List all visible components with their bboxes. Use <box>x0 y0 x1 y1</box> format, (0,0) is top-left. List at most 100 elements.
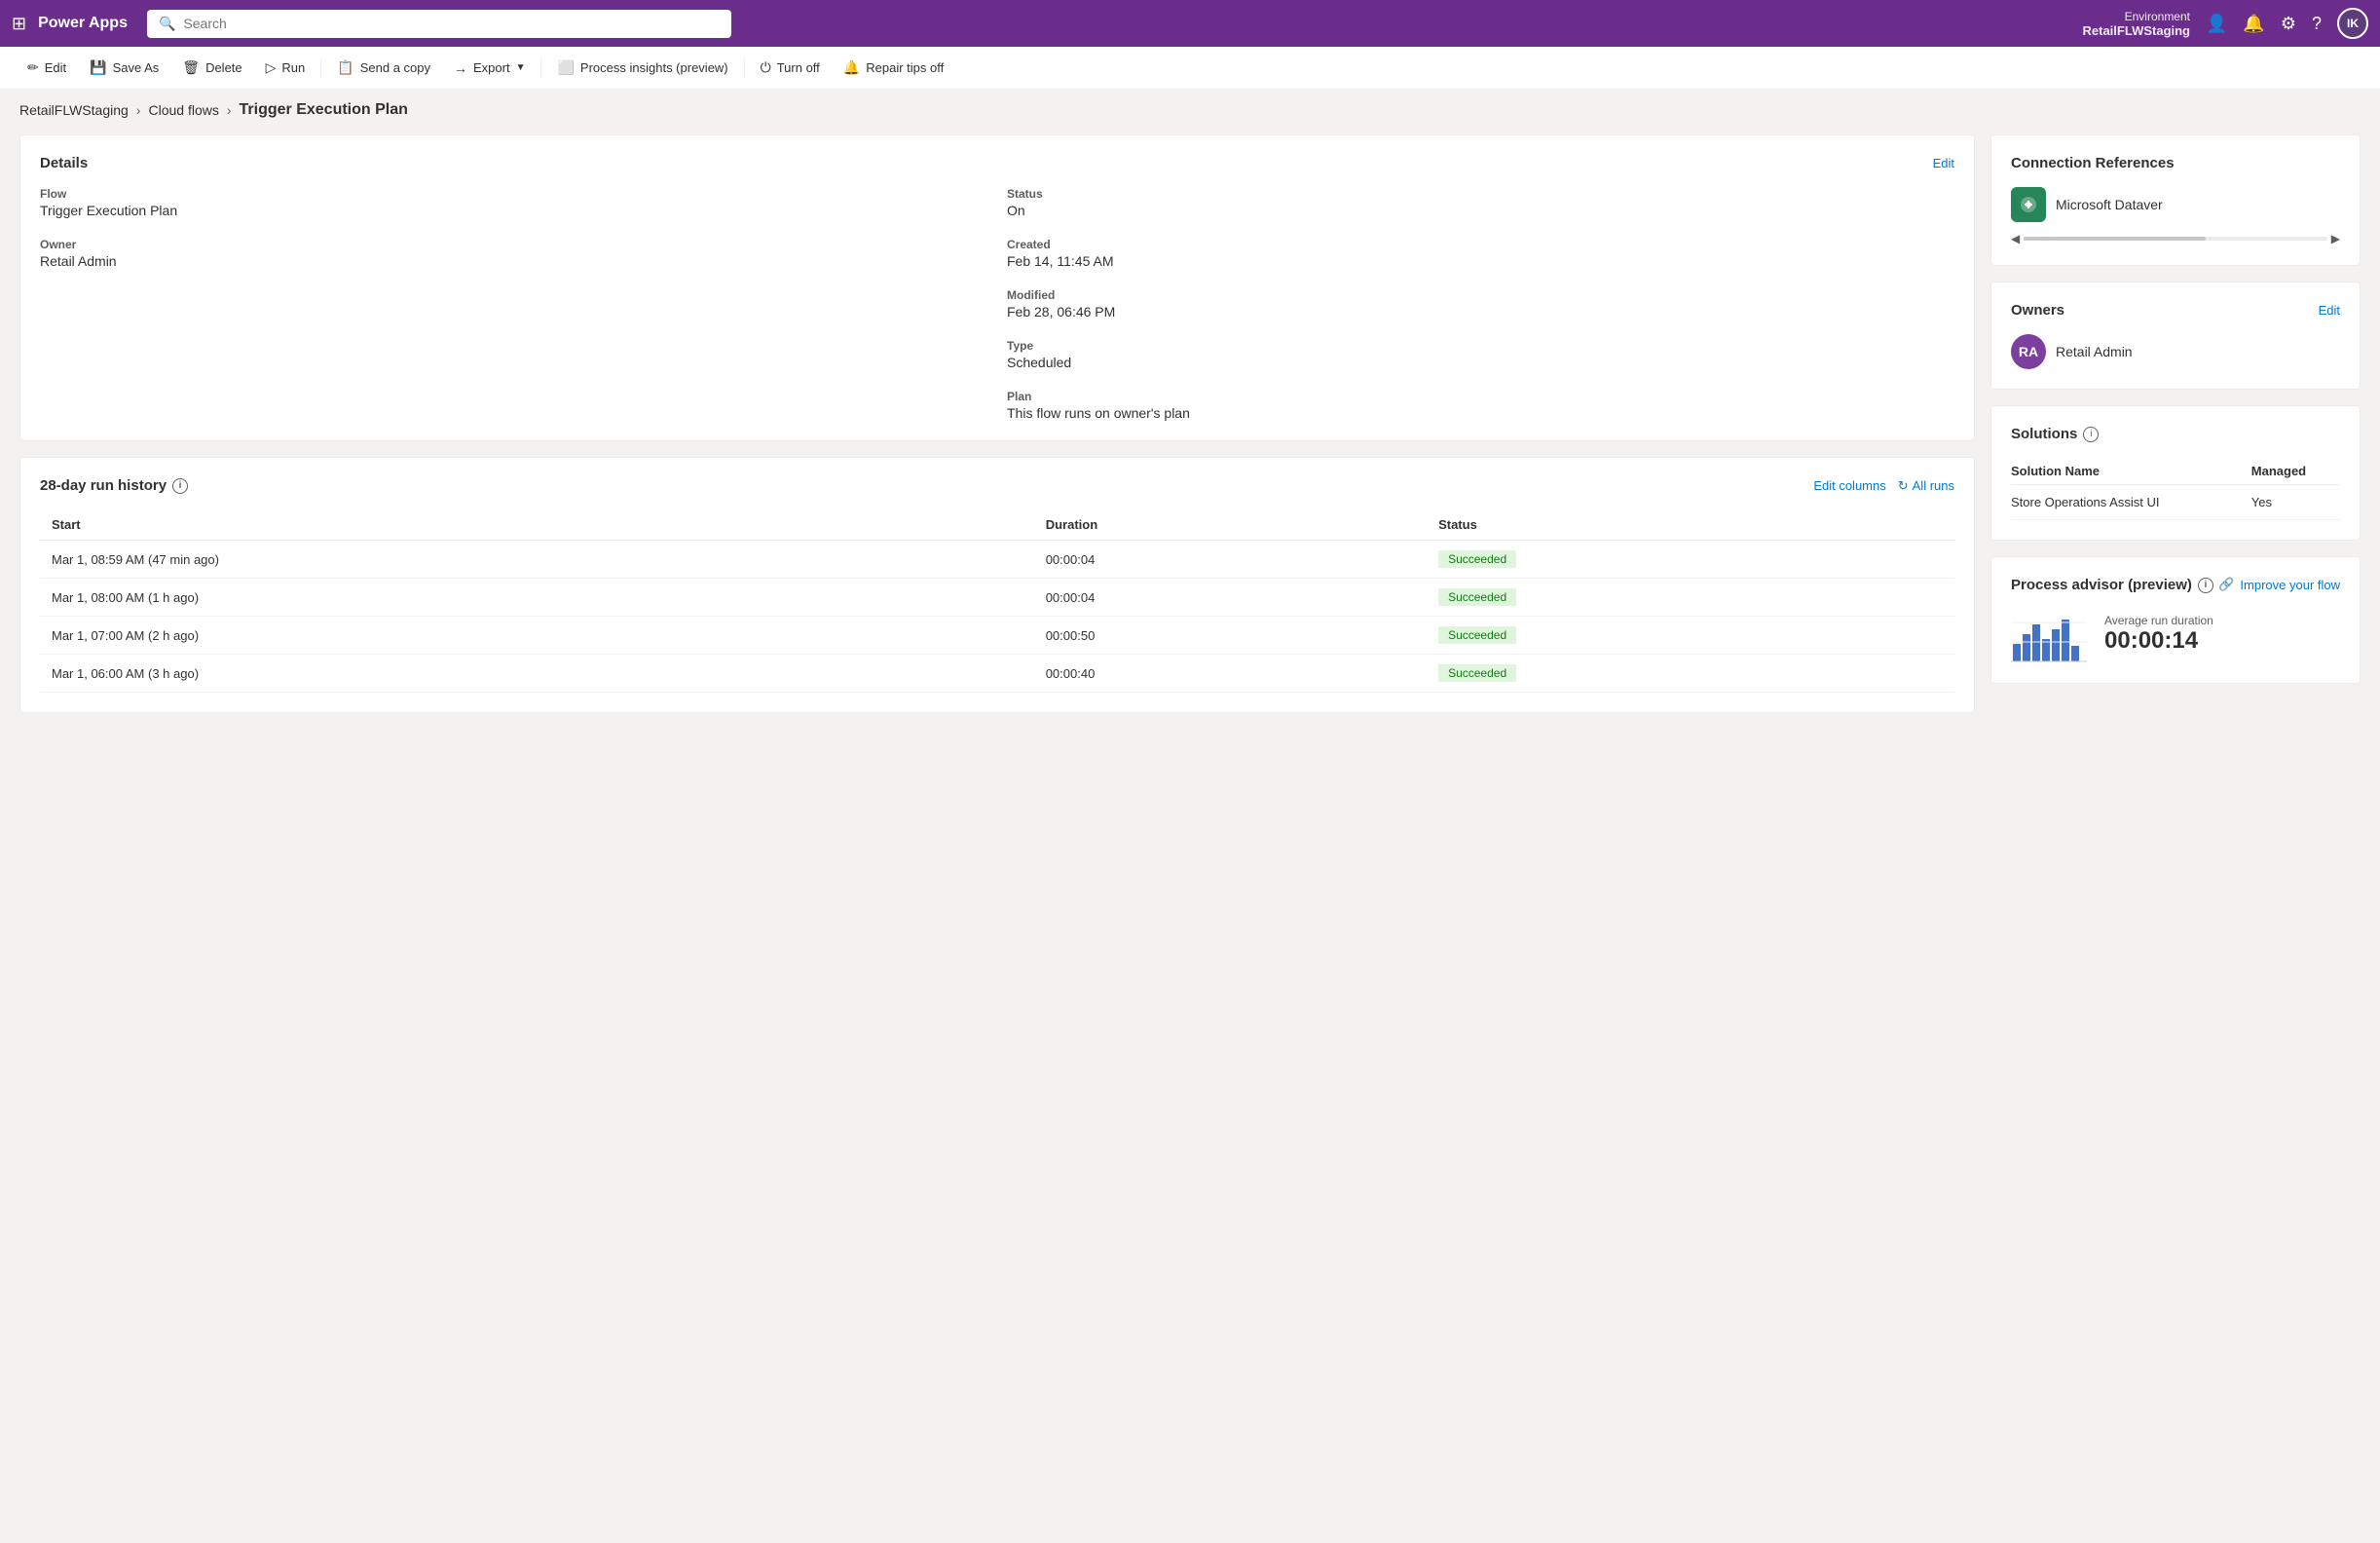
send-copy-icon: 📋 <box>337 59 353 76</box>
conn-icon <box>2011 187 2046 222</box>
avatar[interactable]: IK <box>2337 8 2368 39</box>
person-icon[interactable]: 👤 <box>2206 14 2227 34</box>
run-history-card: 28-day run history i Edit columns ↻ All … <box>19 457 1975 713</box>
conn-scroll[interactable]: ◀ ▶ <box>2011 232 2340 245</box>
table-row[interactable]: Mar 1, 08:00 AM (1 h ago) 00:00:04 Succe… <box>40 579 1954 617</box>
sol-managed: Yes <box>2251 485 2340 520</box>
table-row[interactable]: Mar 1, 08:59 AM (47 min ago) 00:00:04 Su… <box>40 541 1954 579</box>
right-panel: Connection References Microsoft Dataver … <box>1990 134 2361 713</box>
breadcrumb-env[interactable]: RetailFLWStaging <box>19 102 129 118</box>
breadcrumb-cloud-flows[interactable]: Cloud flows <box>148 102 218 118</box>
delete-icon: 🗑 <box>182 59 200 76</box>
solutions-table-header: Solution Name Managed <box>2011 458 2340 485</box>
toolbar: ✏ Edit 💾 Save As 🗑 Delete ▷ Run 📋 Send a… <box>0 47 2380 90</box>
table-row[interactable]: Mar 1, 07:00 AM (2 h ago) 00:00:50 Succe… <box>40 617 1954 655</box>
details-title: Details <box>40 155 88 171</box>
plan-label: Plan <box>1007 390 1954 403</box>
toolbar-sep-2 <box>540 58 541 78</box>
run-start: Mar 1, 06:00 AM (3 h ago) <box>40 655 1034 693</box>
status-value: On <box>1007 203 1025 218</box>
details-edit-link[interactable]: Edit <box>1933 156 1954 170</box>
solutions-title: Solutions <box>2011 426 2077 442</box>
run-icon: ▷ <box>266 59 277 76</box>
scroll-left-icon[interactable]: ◀ <box>2011 232 2020 245</box>
run-button[interactable]: ▷ Run <box>254 52 317 84</box>
flow-value: Trigger Execution Plan <box>40 203 177 218</box>
status-label: Status <box>1007 187 1954 201</box>
breadcrumb-sep-1: › <box>136 102 141 118</box>
search-input[interactable] <box>183 16 720 31</box>
type-value: Scheduled <box>1007 355 1071 370</box>
pa-content: Average run duration 00:00:14 <box>2011 605 2340 663</box>
owners-card: Owners Edit RA Retail Admin <box>1990 282 2361 390</box>
help-icon[interactable]: ? <box>2312 14 2322 34</box>
run-start: Mar 1, 07:00 AM (2 h ago) <box>40 617 1034 655</box>
settings-icon[interactable]: ⚙ <box>2281 14 2296 34</box>
pa-title: Process advisor (preview) i <box>2011 577 2213 593</box>
empty-detail <box>40 288 987 320</box>
run-duration: 00:00:50 <box>1034 617 1427 655</box>
pa-info-icon[interactable]: i <box>2198 578 2213 593</box>
conn-name: Microsoft Dataver <box>2056 197 2163 212</box>
export-chevron-icon: ▼ <box>516 62 526 73</box>
toolbar-sep-3 <box>744 58 745 78</box>
turn-off-icon: ⏻ <box>761 59 771 76</box>
status-detail: Status On <box>1007 187 1954 218</box>
type-label: Type <box>1007 339 1954 353</box>
all-runs-link[interactable]: ↻ All runs <box>1898 478 1954 494</box>
conn-ref-header: Connection References <box>2011 155 2340 171</box>
run-status: Succeeded <box>1427 617 1954 655</box>
col-duration: Duration <box>1034 509 1427 541</box>
list-item: Store Operations Assist UI Yes <box>2011 485 2340 520</box>
owner-name: Retail Admin <box>2056 344 2133 359</box>
repair-tips-button[interactable]: 🔔 Repair tips off <box>832 52 955 84</box>
pa-avg-value: 00:00:14 <box>2104 627 2213 655</box>
top-nav: ⊞ Power Apps 🔍 Environment RetailFLWStag… <box>0 0 2380 47</box>
scroll-right-icon[interactable]: ▶ <box>2331 232 2340 245</box>
sol-col-managed: Managed <box>2251 458 2340 485</box>
bell-icon[interactable]: 🔔 <box>2243 14 2264 34</box>
export-icon: → <box>454 60 467 76</box>
created-detail: Created Feb 14, 11:45 AM <box>1007 238 1954 269</box>
edit-columns-link[interactable]: Edit columns <box>1813 478 1885 493</box>
search-box[interactable]: 🔍 <box>147 10 731 38</box>
send-copy-button[interactable]: 📋 Send a copy <box>325 52 442 84</box>
left-panel: Details Edit Flow Trigger Execution Plan… <box>19 134 1975 713</box>
modified-value: Feb 28, 06:46 PM <box>1007 304 1115 320</box>
run-history-label: 28-day run history <box>40 477 167 494</box>
process-insights-button[interactable]: ⬜ Process insights (preview) <box>545 52 739 84</box>
solutions-header: Solutions i <box>2011 426 2340 442</box>
owners-title: Owners <box>2011 302 2064 319</box>
table-row[interactable]: Mar 1, 06:00 AM (3 h ago) 00:00:40 Succe… <box>40 655 1954 693</box>
edit-button[interactable]: ✏ Edit <box>16 52 78 84</box>
refresh-icon: ↻ <box>1898 478 1909 494</box>
solutions-body: Store Operations Assist UI Yes <box>2011 485 2340 520</box>
col-start: Start <box>40 509 1034 541</box>
improve-flow-icon: 🔗 <box>2218 577 2234 592</box>
run-status: Succeeded <box>1427 541 1954 579</box>
breadcrumb-sep-2: › <box>227 102 232 118</box>
turn-off-button[interactable]: ⏻ Turn off <box>749 52 832 84</box>
delete-button[interactable]: 🗑 Delete <box>170 52 253 84</box>
col-status: Status <box>1427 509 1954 541</box>
conn-ref-title: Connection References <box>2011 155 2175 171</box>
export-button[interactable]: → Export ▼ <box>442 53 537 84</box>
save-as-button[interactable]: 💾 Save As <box>78 52 170 84</box>
environment-label-text: Environment RetailFLWStaging <box>2083 10 2191 38</box>
solutions-table: Solution Name Managed Store Operations A… <box>2011 458 2340 520</box>
conn-ref-item: Microsoft Dataver <box>2011 187 2340 222</box>
owners-header: Owners Edit <box>2011 302 2340 319</box>
process-advisor-card: Process advisor (preview) i 🔗 Improve yo… <box>1990 556 2361 684</box>
run-history-info-icon[interactable]: i <box>172 478 188 494</box>
solutions-info-icon[interactable]: i <box>2083 427 2099 442</box>
owners-edit-link[interactable]: Edit <box>2319 303 2340 318</box>
pa-header: Process advisor (preview) i 🔗 Improve yo… <box>2011 577 2340 593</box>
flow-label: Flow <box>40 187 987 201</box>
scroll-track <box>2024 237 2327 241</box>
grid-icon[interactable]: ⊞ <box>12 14 26 34</box>
improve-flow-button[interactable]: 🔗 Improve your flow <box>2218 577 2340 592</box>
repair-tips-icon: 🔔 <box>843 59 860 76</box>
nav-right: Environment RetailFLWStaging 👤 🔔 ⚙ ? IK <box>2083 8 2369 39</box>
details-card: Details Edit Flow Trigger Execution Plan… <box>19 134 1975 441</box>
run-status: Succeeded <box>1427 579 1954 617</box>
